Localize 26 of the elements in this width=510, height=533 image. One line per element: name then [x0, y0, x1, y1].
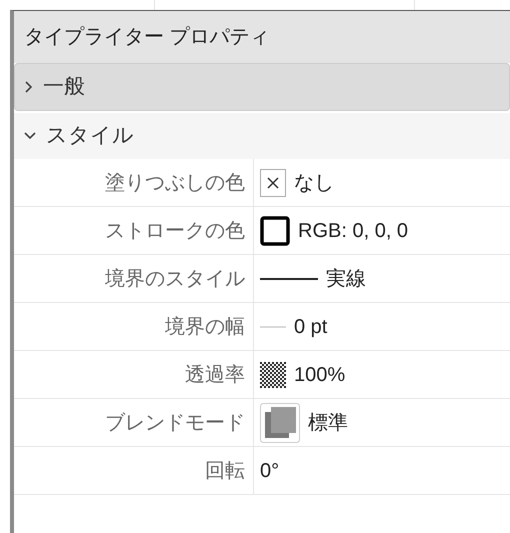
blend-mode-icon — [260, 402, 300, 442]
section-title: スタイル — [46, 123, 134, 150]
property-value: RGB: 0, 0, 0 — [298, 218, 408, 244]
thin-line-icon — [260, 326, 286, 328]
property-label: 回転 — [205, 458, 245, 484]
chevron-right-icon — [25, 81, 33, 93]
section-header[interactable]: スタイル — [14, 111, 510, 159]
property-label: 透過率 — [185, 362, 245, 388]
property-value: 100% — [294, 362, 346, 388]
property-value: 実線 — [326, 266, 366, 292]
checkerboard-icon — [260, 362, 286, 388]
property-value: 標準 — [308, 410, 348, 436]
property-label: 塗りつぶしの色 — [105, 170, 245, 196]
no-fill-icon — [260, 168, 286, 196]
property-label: ブレンドモード — [105, 410, 245, 436]
section-title: 一般 — [43, 74, 85, 100]
panel-title: タイプライター プロパティ — [14, 11, 510, 63]
property-value: 0° — [260, 458, 280, 484]
solid-line-icon — [260, 276, 318, 280]
property-label: 境界のスタイル — [105, 266, 245, 292]
property-value: なし — [294, 170, 334, 196]
property-value: 0 pt — [294, 314, 328, 340]
property-label: 境界の幅 — [165, 314, 245, 340]
section-header[interactable]: 一般 — [14, 63, 510, 111]
property-label: ストロークの色 — [105, 218, 245, 244]
chevron-down-icon — [24, 132, 36, 140]
